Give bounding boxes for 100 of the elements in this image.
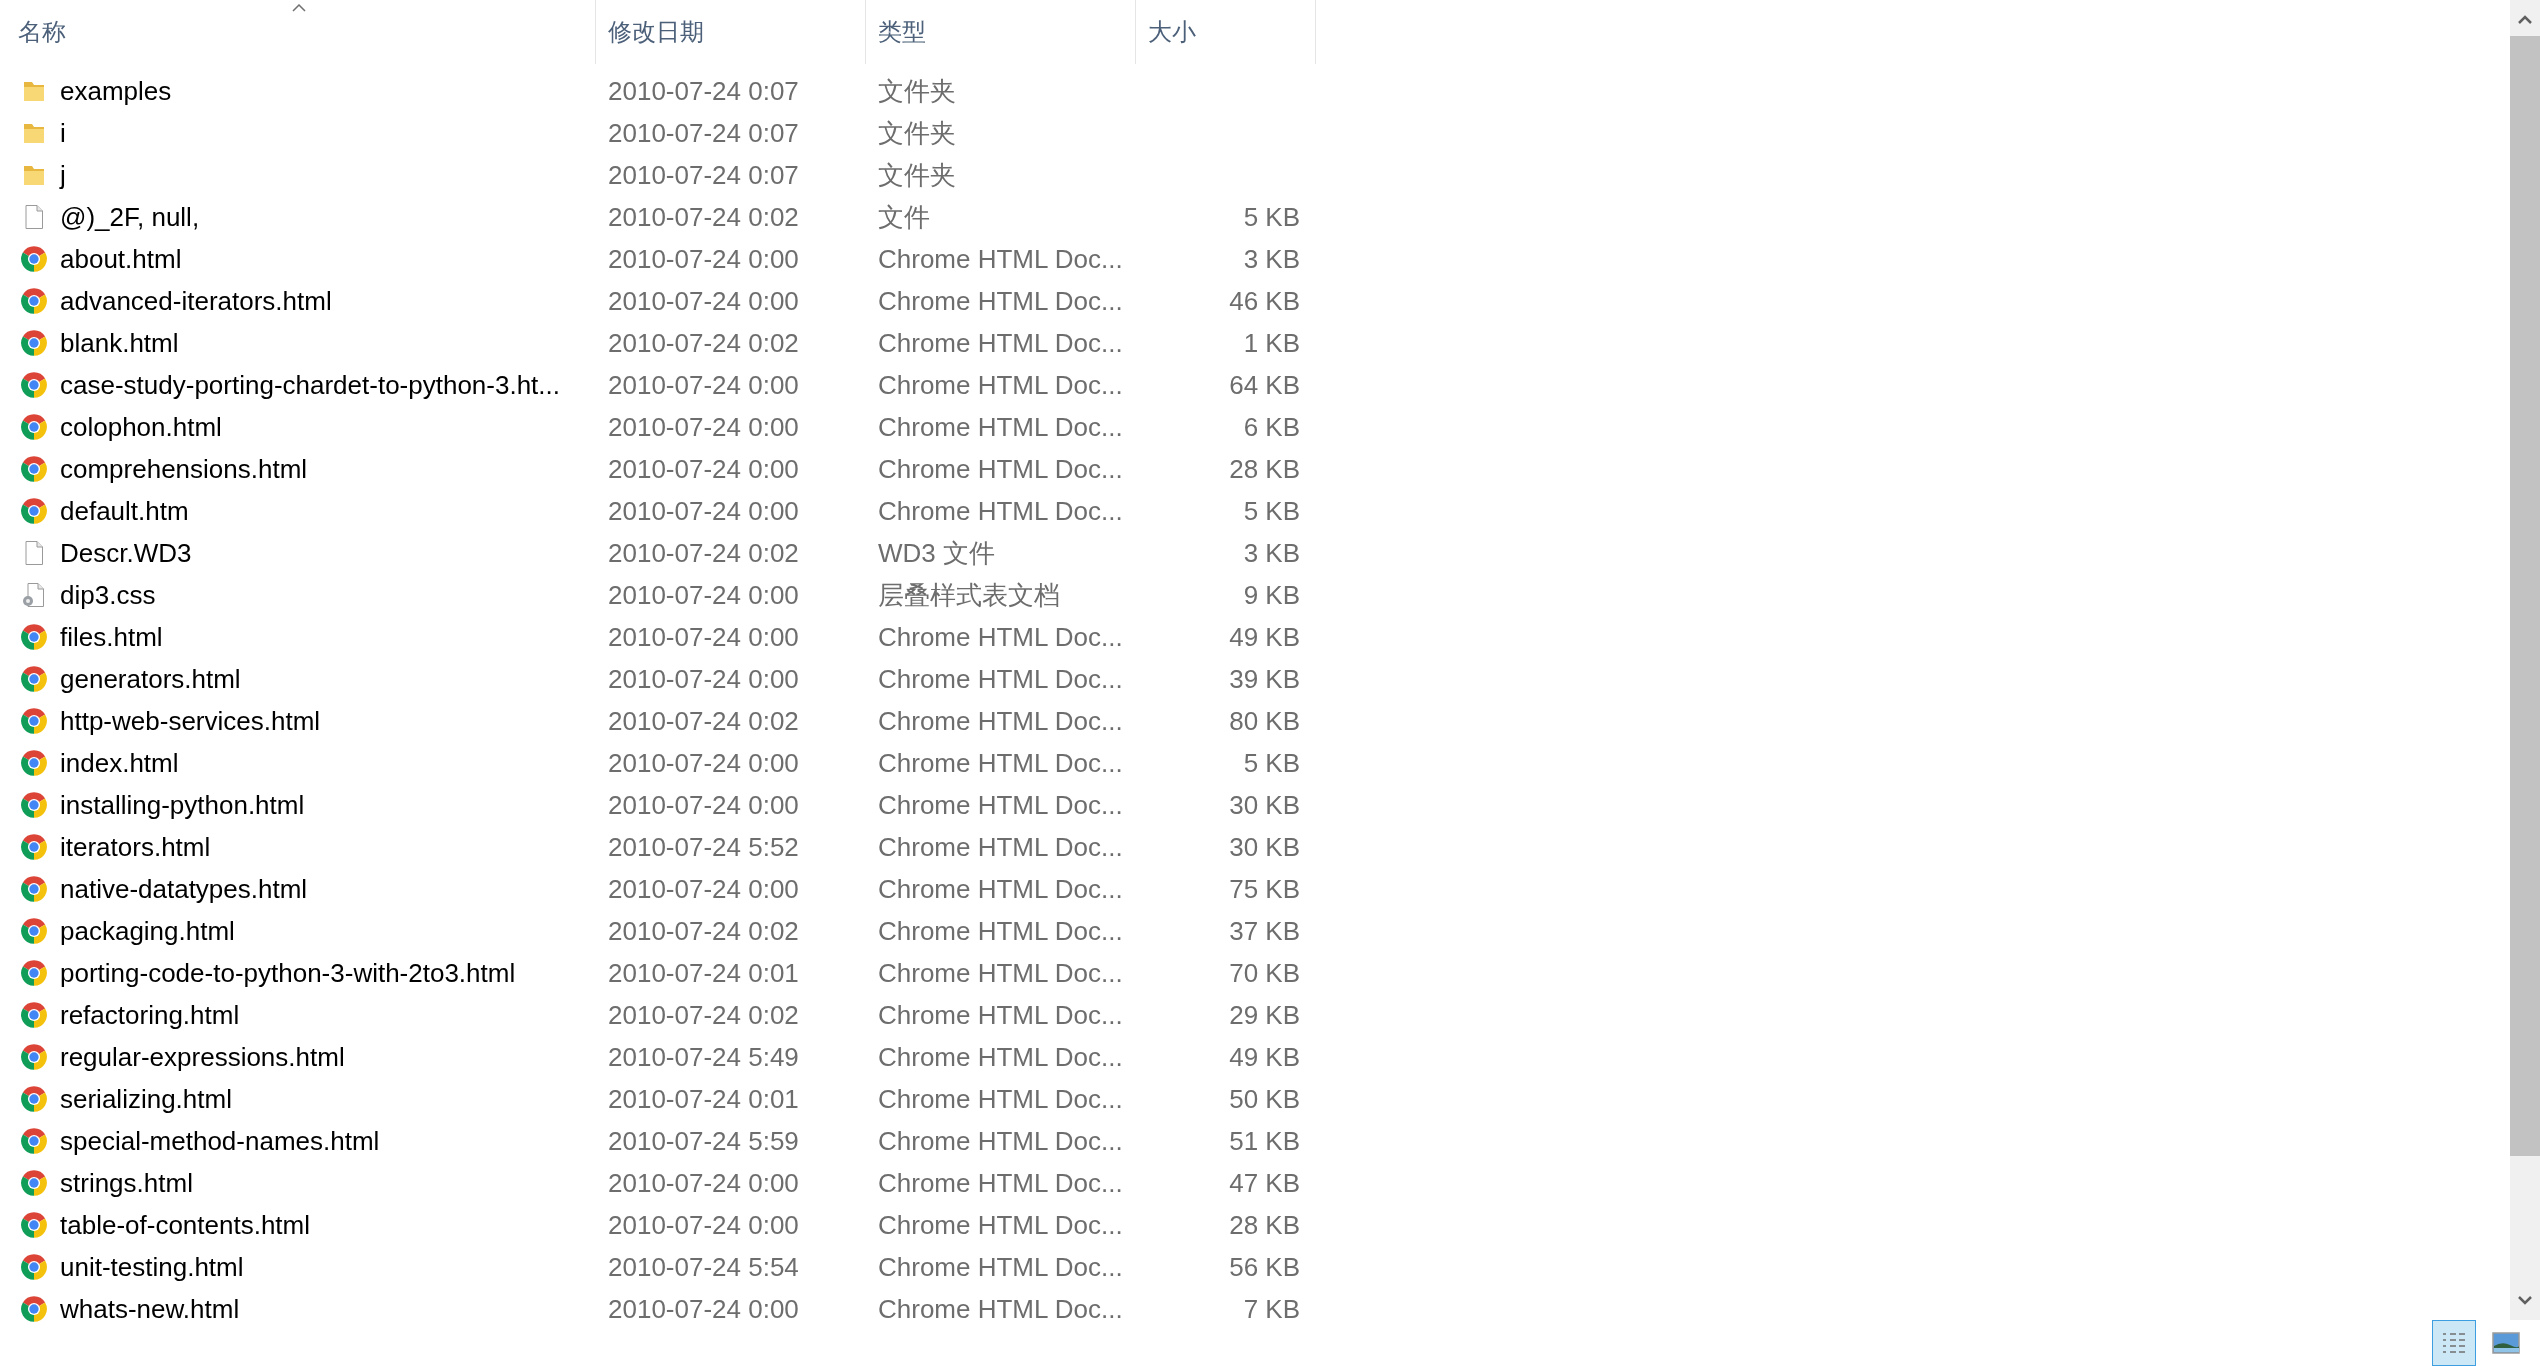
file-name[interactable]: packaging.html xyxy=(60,911,235,951)
date-modified: 2010-07-24 0:02 xyxy=(608,705,799,736)
column-header[interactable]: 修改日期 xyxy=(608,14,704,50)
file-name[interactable]: whats-new.html xyxy=(60,1289,240,1329)
date-modified: 2010-07-24 0:00 xyxy=(608,1209,799,1240)
file-size: 70 KB xyxy=(1229,957,1300,988)
file-name[interactable]: about.html xyxy=(60,239,182,279)
file-type: 层叠样式表文档 xyxy=(878,579,1060,610)
file-name[interactable]: installing-python.html xyxy=(60,785,305,825)
date-modified: 2010-07-24 0:00 xyxy=(608,789,799,820)
date-modified: 2010-07-24 0:00 xyxy=(608,243,799,274)
file-name[interactable]: @)_2F, null, xyxy=(60,197,200,237)
file-type: 文件 xyxy=(878,201,930,232)
file-type: Chrome HTML Doc... xyxy=(878,705,1123,736)
scrollbar[interactable] xyxy=(2510,0,2540,1320)
file-type: Chrome HTML Doc... xyxy=(878,1125,1123,1156)
file-name[interactable]: blank.html xyxy=(60,323,179,363)
browser-logo-icon xyxy=(20,707,48,735)
browser-logo-icon xyxy=(20,497,48,525)
date-modified: 2010-07-24 0:00 xyxy=(608,1293,799,1324)
date-modified: 2010-07-24 0:00 xyxy=(608,369,799,400)
date-modified: 2010-07-24 0:02 xyxy=(608,537,799,568)
file-size: 29 KB xyxy=(1229,999,1300,1030)
file-size: 47 KB xyxy=(1229,1167,1300,1198)
date-modified: 2010-07-24 0:02 xyxy=(608,915,799,946)
file-name[interactable]: native-datatypes.html xyxy=(60,869,308,909)
file-name[interactable]: Descr.WD3 xyxy=(60,533,192,573)
file-name[interactable]: dip3.css xyxy=(60,575,156,615)
date-modified: 2010-07-24 5:49 xyxy=(608,1041,799,1072)
file-name[interactable]: refactoring.html xyxy=(60,995,240,1035)
file-type: Chrome HTML Doc... xyxy=(878,411,1123,442)
column-header[interactable]: 大小 xyxy=(1148,14,1196,50)
scroll-thumb[interactable] xyxy=(2510,36,2540,1156)
file-name[interactable]: index.html xyxy=(60,743,179,783)
file-name[interactable]: porting-code-to-python-3-with-2to3.html xyxy=(60,953,516,993)
file-type: Chrome HTML Doc... xyxy=(878,1209,1123,1240)
browser-logo-icon xyxy=(20,665,48,693)
scroll-up-icon[interactable] xyxy=(2518,14,2532,24)
file-size: 5 KB xyxy=(1243,201,1300,232)
file-size: 3 KB xyxy=(1243,243,1300,274)
date-modified: 2010-07-24 0:00 xyxy=(608,1167,799,1198)
browser-logo-icon xyxy=(20,413,48,441)
date-modified: 2010-07-24 0:02 xyxy=(608,999,799,1030)
file-name[interactable]: strings.html xyxy=(60,1163,193,1203)
file-name[interactable]: regular-expressions.html xyxy=(60,1037,345,1077)
column-header[interactable]: 类型 xyxy=(878,14,926,50)
date-modified: 2010-07-24 0:07 xyxy=(608,117,799,148)
file-type: Chrome HTML Doc... xyxy=(878,915,1123,946)
browser-logo-icon xyxy=(20,1085,48,1113)
file-size: 50 KB xyxy=(1229,1083,1300,1114)
date-modified: 2010-07-24 0:00 xyxy=(608,495,799,526)
browser-logo-icon xyxy=(20,287,48,315)
file-type: Chrome HTML Doc... xyxy=(878,285,1123,316)
date-modified: 2010-07-24 0:00 xyxy=(608,873,799,904)
file-name[interactable]: files.html xyxy=(60,617,163,657)
file-name[interactable]: iterators.html xyxy=(60,827,211,867)
file-name[interactable]: case-study-porting-chardet-to-python-3.ht... xyxy=(60,365,561,405)
file-type: Chrome HTML Doc... xyxy=(878,243,1123,274)
date-modified: 2010-07-24 5:59 xyxy=(608,1125,799,1156)
file-name[interactable]: special-method-names.html xyxy=(60,1121,380,1161)
file-size: 7 KB xyxy=(1243,1293,1300,1324)
file-name[interactable]: default.htm xyxy=(60,491,189,531)
file-type: Chrome HTML Doc... xyxy=(878,663,1123,694)
file-size: 64 KB xyxy=(1229,369,1300,400)
column-header[interactable]: 名称 xyxy=(18,14,66,50)
file-size: 28 KB xyxy=(1229,1209,1300,1240)
date-modified: 2010-07-24 0:07 xyxy=(608,75,799,106)
browser-logo-icon xyxy=(20,1211,48,1239)
file-size: 5 KB xyxy=(1243,495,1300,526)
file-type: 文件夹 xyxy=(878,159,956,190)
details-view-button[interactable] xyxy=(2432,1320,2476,1366)
file-name[interactable]: generators.html xyxy=(60,659,241,699)
browser-logo-icon xyxy=(20,245,48,273)
file-name[interactable]: table-of-contents.html xyxy=(60,1205,310,1245)
browser-logo-icon xyxy=(20,959,48,987)
date-modified: 2010-07-24 0:07 xyxy=(608,159,799,190)
date-modified: 2010-07-24 0:00 xyxy=(608,579,799,610)
file-type: Chrome HTML Doc... xyxy=(878,369,1123,400)
file-name[interactable]: serializing.html xyxy=(60,1079,232,1119)
file-type: Chrome HTML Doc... xyxy=(878,453,1123,484)
file-name[interactable]: i xyxy=(60,113,66,153)
browser-logo-icon xyxy=(20,329,48,357)
file-name[interactable]: unit-testing.html xyxy=(60,1247,244,1287)
file-name[interactable]: advanced-iterators.html xyxy=(60,281,332,321)
file-name[interactable]: j xyxy=(60,155,66,195)
list-lines-icon xyxy=(2440,1331,2468,1355)
browser-logo-icon xyxy=(20,371,48,399)
file-size: 51 KB xyxy=(1229,1125,1300,1156)
landscape-image-icon xyxy=(2492,1332,2520,1354)
file-name[interactable]: examples xyxy=(60,71,172,111)
file-name[interactable]: http-web-services.html xyxy=(60,701,321,741)
scroll-down-icon[interactable] xyxy=(2518,1296,2532,1306)
file-type: Chrome HTML Doc... xyxy=(878,1293,1123,1324)
file-type: Chrome HTML Doc... xyxy=(878,999,1123,1030)
file-type: Chrome HTML Doc... xyxy=(878,831,1123,862)
file-size: 46 KB xyxy=(1229,285,1300,316)
file-name[interactable]: comprehensions.html xyxy=(60,449,308,489)
file-name[interactable]: colophon.html xyxy=(60,407,222,447)
browser-logo-icon xyxy=(20,1043,48,1071)
file-size: 5 KB xyxy=(1243,747,1300,778)
